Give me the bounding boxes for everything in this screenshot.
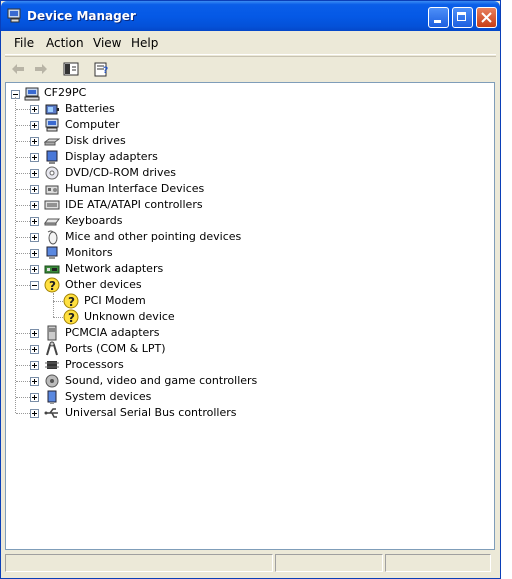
device-manager-window: Device Manager File Action View Help ? C… xyxy=(0,0,501,579)
category-label: Network adapters xyxy=(65,262,164,275)
status-pane-main xyxy=(5,554,273,572)
system-device-icon xyxy=(47,390,57,404)
keyboard-icon xyxy=(44,218,60,226)
category-toggle[interactable] xyxy=(30,169,39,178)
ide-controller-icon xyxy=(44,200,60,210)
category-label: Processors xyxy=(65,358,124,371)
menu-view[interactable]: View xyxy=(93,36,121,50)
category-label: Batteries xyxy=(65,102,115,115)
category-toggle[interactable] xyxy=(30,409,39,418)
minimize-button[interactable] xyxy=(428,7,449,28)
category-label: System devices xyxy=(65,390,152,403)
category-label: Human Interface Devices xyxy=(65,182,205,195)
maximize-icon xyxy=(457,12,466,21)
category-label: Computer xyxy=(65,118,120,131)
pcmcia-icon xyxy=(47,325,57,341)
category-toggle[interactable] xyxy=(30,329,39,338)
category-toggle[interactable] xyxy=(30,345,39,354)
close-button[interactable] xyxy=(476,7,497,28)
unknown-device-icon: ? xyxy=(44,277,60,293)
svg-text:?: ? xyxy=(49,279,56,293)
battery-icon xyxy=(45,104,59,115)
menu-file[interactable]: File xyxy=(14,36,34,50)
category-label: PCMCIA adapters xyxy=(65,326,160,339)
display-adapter-icon xyxy=(46,150,58,164)
category-toggle[interactable] xyxy=(30,377,39,386)
category-toggle[interactable] xyxy=(30,185,39,194)
category-toggle[interactable] xyxy=(30,393,39,402)
category-toggle[interactable] xyxy=(30,121,39,130)
device-label: Unknown device xyxy=(84,310,175,323)
monitor-icon xyxy=(46,246,58,259)
category-toggle[interactable] xyxy=(30,217,39,226)
category-toggle[interactable] xyxy=(30,249,39,258)
svg-text:?: ? xyxy=(68,295,75,309)
category-label: Mice and other pointing devices xyxy=(65,230,242,243)
svg-text:?: ? xyxy=(68,311,75,325)
unknown-device-icon: ? xyxy=(63,309,79,325)
computer-icon xyxy=(24,87,40,101)
processor-icon xyxy=(45,361,59,369)
category-label: Universal Serial Bus controllers xyxy=(65,406,237,419)
device-label: PCI Modem xyxy=(84,294,146,307)
minimize-icon xyxy=(434,20,441,23)
forward-arrow-icon[interactable] xyxy=(32,60,50,78)
category-label: IDE ATA/ATAPI controllers xyxy=(65,198,203,211)
category-toggle[interactable] xyxy=(30,361,39,370)
unknown-device-icon: ? xyxy=(63,293,79,309)
category-label: Keyboards xyxy=(65,214,123,227)
device-tree[interactable]: CF29PC Batteries Computer Disk drives Displ… xyxy=(5,82,495,550)
maximize-button[interactable] xyxy=(452,7,473,28)
category-label: Monitors xyxy=(65,246,113,259)
category-toggle[interactable] xyxy=(30,137,39,146)
category-toggle[interactable] xyxy=(30,233,39,242)
computer-icon xyxy=(45,118,59,132)
port-icon xyxy=(46,341,58,356)
root-node-label: CF29PC xyxy=(44,86,87,99)
status-pane-middle xyxy=(275,554,383,572)
category-label: DVD/CD-ROM drives xyxy=(65,166,176,179)
show-hide-console-tree-icon[interactable] xyxy=(62,60,80,78)
category-toggle[interactable] xyxy=(30,265,39,274)
network-adapter-icon xyxy=(44,265,60,274)
sound-icon xyxy=(45,374,59,388)
category-toggle[interactable] xyxy=(30,105,39,114)
category-label: Ports (COM & LPT) xyxy=(65,342,166,355)
close-icon xyxy=(481,12,492,23)
properties-icon[interactable]: ? xyxy=(93,60,111,78)
disk-drive-icon xyxy=(44,138,60,146)
status-bar xyxy=(5,552,496,576)
back-arrow-icon[interactable] xyxy=(9,60,27,78)
category-label: Other devices xyxy=(65,278,142,291)
title-bar[interactable]: Device Manager xyxy=(1,1,500,31)
category-label: Disk drives xyxy=(65,134,126,147)
menu-help[interactable]: Help xyxy=(131,36,158,50)
category-toggle[interactable] xyxy=(30,281,39,290)
usb-icon xyxy=(44,408,58,418)
menu-bar: File Action View Help xyxy=(5,32,496,55)
toolbar: ? xyxy=(5,56,496,81)
status-pane-right xyxy=(385,554,491,572)
device-manager-icon xyxy=(7,8,21,23)
category-toggle[interactable] xyxy=(30,153,39,162)
window-title: Device Manager xyxy=(27,9,136,23)
dvd-drive-icon xyxy=(45,166,59,180)
category-label: Sound, video and game controllers xyxy=(65,374,258,387)
category-label: Display adapters xyxy=(65,150,158,163)
menu-action[interactable]: Action xyxy=(46,36,84,50)
hid-icon xyxy=(45,185,59,195)
category-toggle[interactable] xyxy=(30,201,39,210)
svg-text:?: ? xyxy=(103,66,108,76)
mouse-icon xyxy=(47,230,58,245)
